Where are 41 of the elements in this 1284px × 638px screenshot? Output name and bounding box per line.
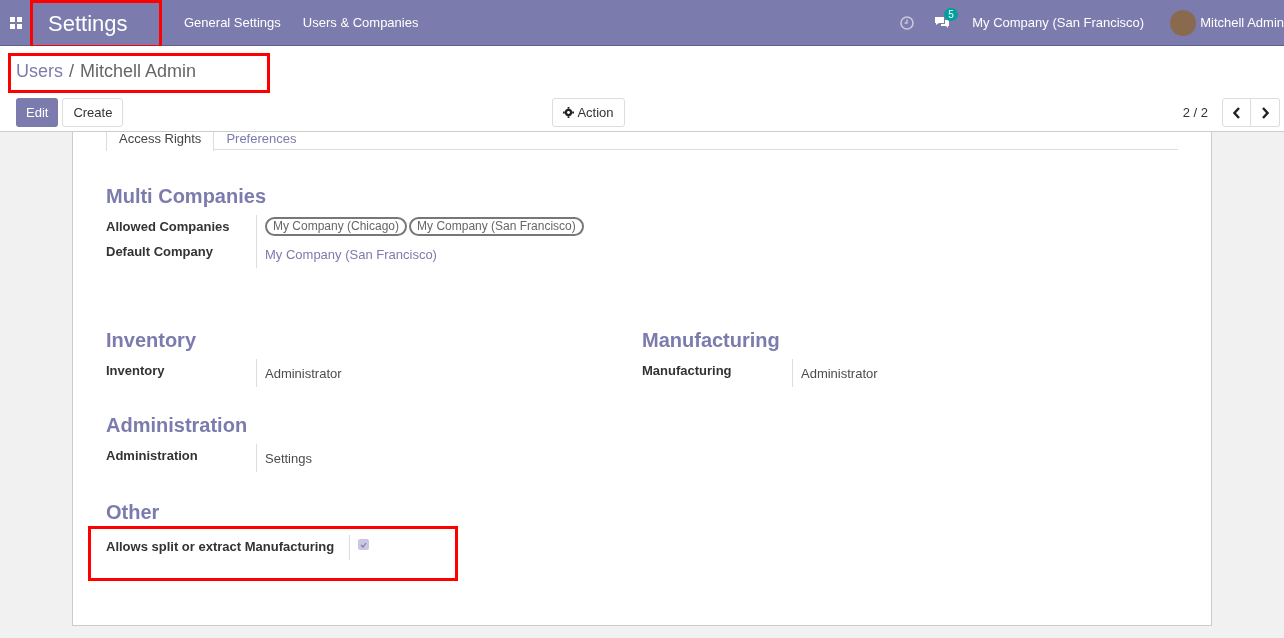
clock-icon[interactable] [900,15,915,30]
menu-item[interactable]: General Settings [184,12,281,33]
notification-badge: 5 [944,8,958,21]
company-tag: My Company (Chicago) [265,217,408,236]
field-label: Inventory [106,362,166,380]
edit-button[interactable]: Edit [16,98,59,127]
action-button[interactable]: Action [552,98,625,127]
section-heading: Administration [106,413,249,437]
company-switcher[interactable]: My Company (San Francisco) [972,12,1145,33]
pager-value: 2 / 2 [1182,103,1208,122]
field-label: Manufacturing [642,362,733,380]
field-label: Administration [106,447,199,465]
breadcrumb-link[interactable]: Users [16,57,63,85]
section-heading: Inventory [106,328,198,352]
create-button[interactable]: Create [62,98,124,127]
field-value: Administrator [801,366,878,381]
section-heading: Other [106,500,161,524]
gear-icon [563,107,575,118]
next-button[interactable] [1251,98,1280,127]
breadcrumb-current: Mitchell Admin [80,59,197,83]
section-heading: Manufacturing [642,328,781,352]
section-heading: Multi Companies [106,184,267,208]
previous-button[interactable] [1222,98,1251,127]
company-link[interactable]: My Company (San Francisco) [265,247,437,262]
chevron-left-icon [1232,106,1241,119]
company-tag: My Company (San Francisco) [409,217,584,236]
form-tab[interactable]: Preferences [214,132,309,149]
apps-menu-icon[interactable] [10,16,22,29]
field-value: Settings [265,451,312,466]
chat-icon[interactable] [934,16,951,29]
field-label: Allowed Companies [106,218,231,236]
field-value: Administrator [265,366,342,381]
field-label: Default Company [106,243,214,261]
checkbox[interactable] [358,539,369,550]
menu-item[interactable]: Users & Companies [302,12,419,33]
breadcrumb-separator: / [69,59,75,83]
check-icon [360,541,367,548]
user-menu[interactable]: Mitchell Admin [1200,12,1284,33]
form-tab[interactable]: Access Rights [106,132,215,151]
field-label: Allows split or extract Manufacturing [106,538,336,556]
chevron-right-icon [1261,106,1269,119]
